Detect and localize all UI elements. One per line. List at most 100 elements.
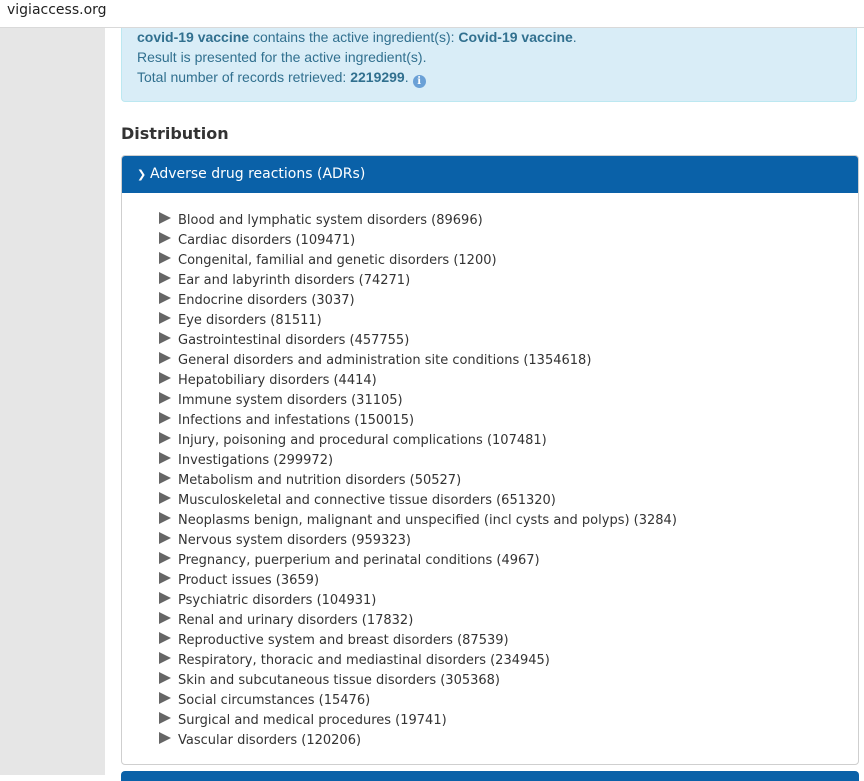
triangle-right-icon[interactable] <box>159 472 171 484</box>
adr-item-label: Product issues (3659) <box>178 573 320 588</box>
adr-list-item[interactable]: Psychiatric disorders (104931) <box>159 591 677 611</box>
adr-item-label: Gastrointestinal disorders (457755) <box>178 333 410 348</box>
adr-list-item[interactable]: Reproductive system and breast disorders… <box>159 631 677 651</box>
triangle-right-icon[interactable] <box>159 412 171 424</box>
adr-list-item[interactable]: Renal and urinary disorders (17832) <box>159 611 677 631</box>
triangle-right-icon[interactable] <box>159 712 171 724</box>
triangle-right-icon[interactable] <box>159 672 171 684</box>
next-panel-header[interactable] <box>121 771 859 781</box>
adr-list-item[interactable]: Infections and infestations (150015) <box>159 411 677 431</box>
triangle-right-icon[interactable] <box>159 292 171 304</box>
adr-item-label: General disorders and administration sit… <box>178 353 592 368</box>
adr-list-item[interactable]: General disorders and administration sit… <box>159 351 677 371</box>
adr-item-label: Ear and labyrinth disorders (74271) <box>178 273 411 288</box>
result-note: Result is presented for the active ingre… <box>137 49 427 65</box>
triangle-right-icon[interactable] <box>159 352 171 364</box>
triangle-right-icon[interactable] <box>159 692 171 704</box>
info-icon[interactable]: i <box>412 75 426 88</box>
period: . <box>572 29 577 45</box>
adr-item-label: Eye disorders (81511) <box>178 313 322 328</box>
adr-item-label: Investigations (299972) <box>178 453 334 468</box>
adr-list-item[interactable]: Injury, poisoning and procedural complic… <box>159 431 677 451</box>
triangle-right-icon[interactable] <box>159 252 171 264</box>
triangle-right-icon[interactable] <box>159 232 171 244</box>
adr-list-item[interactable]: Endocrine disorders (3037) <box>159 291 677 311</box>
browser-bar: vigiaccess.org <box>0 0 864 28</box>
ingredient-name: Covid-19 vaccine <box>458 29 573 45</box>
triangle-right-icon[interactable] <box>159 572 171 584</box>
triangle-right-icon[interactable] <box>159 332 171 344</box>
adr-list-item[interactable]: Neoplasms benign, malignant and unspecif… <box>159 511 677 531</box>
adr-item-label: Surgical and medical procedures (19741) <box>178 713 447 728</box>
adr-list-item[interactable]: Ear and labyrinth disorders (74271) <box>159 271 677 291</box>
triangle-right-icon[interactable] <box>159 392 171 404</box>
adr-item-label: Immune system disorders (31105) <box>178 393 403 408</box>
triangle-right-icon[interactable] <box>159 732 171 744</box>
adr-item-label: Nervous system disorders (959323) <box>178 533 411 548</box>
adr-list-item[interactable]: Metabolism and nutrition disorders (5052… <box>159 471 677 491</box>
distribution-heading: Distribution <box>121 124 229 143</box>
adr-list-item[interactable]: Investigations (299972) <box>159 451 677 471</box>
adr-item-label: Neoplasms benign, malignant and unspecif… <box>178 513 677 528</box>
triangle-right-icon[interactable] <box>159 552 171 564</box>
left-sidebar <box>0 28 105 775</box>
records-label: Total number of records retrieved: <box>137 69 351 85</box>
adr-panel: ❯ Adverse drug reactions (ADRs) Blood an… <box>121 155 859 765</box>
adr-panel-title: Adverse drug reactions (ADRs) <box>150 166 366 182</box>
triangle-right-icon[interactable] <box>159 212 171 224</box>
records-line: Total number of records retrieved: 22192… <box>137 69 426 88</box>
adr-item-label: Musculoskeletal and connective tissue di… <box>178 493 556 508</box>
adr-list-item[interactable]: Hepatobiliary disorders (4414) <box>159 371 677 391</box>
triangle-right-icon[interactable] <box>159 612 171 624</box>
adr-item-label: Renal and urinary disorders (17832) <box>178 613 414 628</box>
triangle-right-icon[interactable] <box>159 532 171 544</box>
triangle-right-icon[interactable] <box>159 312 171 324</box>
adr-list-item[interactable]: Gastrointestinal disorders (457755) <box>159 331 677 351</box>
adr-item-label: Vascular disorders (120206) <box>178 733 362 748</box>
triangle-right-icon[interactable] <box>159 632 171 644</box>
adr-item-label: Infections and infestations (150015) <box>178 413 415 428</box>
adr-list-item[interactable]: Musculoskeletal and connective tissue di… <box>159 491 677 511</box>
adr-list-item[interactable]: Cardiac disorders (109471) <box>159 231 677 251</box>
adr-list-item[interactable]: Blood and lymphatic system disorders (89… <box>159 211 677 231</box>
period: . <box>404 69 409 85</box>
triangle-right-icon[interactable] <box>159 492 171 504</box>
adr-list-item[interactable]: Pregnancy, puerperium and perinatal cond… <box>159 551 677 571</box>
adr-item-label: Pregnancy, puerperium and perinatal cond… <box>178 553 540 568</box>
adr-item-label: Endocrine disorders (3037) <box>178 293 355 308</box>
adr-list-item[interactable]: Vascular disorders (120206) <box>159 731 677 751</box>
adr-item-label: Social circumstances (15476) <box>178 693 371 708</box>
adr-list-item[interactable]: Nervous system disorders (959323) <box>159 531 677 551</box>
triangle-right-icon[interactable] <box>159 372 171 384</box>
adr-list-item[interactable]: Eye disorders (81511) <box>159 311 677 331</box>
adr-item-label: Congenital, familial and genetic disorde… <box>178 253 497 268</box>
adr-item-label: Blood and lymphatic system disorders (89… <box>178 213 483 228</box>
chevron-down-icon: ❯ <box>137 168 147 181</box>
contains-text: contains the active ingredient(s): <box>249 29 459 45</box>
url-text[interactable]: vigiaccess.org <box>7 2 107 18</box>
drug-name: covid-19 vaccine <box>137 29 250 45</box>
adr-list-item[interactable]: Congenital, familial and genetic disorde… <box>159 251 677 271</box>
records-count: 2219299 <box>350 69 405 85</box>
adr-list-item[interactable]: Social circumstances (15476) <box>159 691 677 711</box>
adr-list-item[interactable]: Surgical and medical procedures (19741) <box>159 711 677 731</box>
adr-item-label: Injury, poisoning and procedural complic… <box>178 433 547 448</box>
triangle-right-icon[interactable] <box>159 592 171 604</box>
adr-list-item[interactable]: Respiratory, thoracic and mediastinal di… <box>159 651 677 671</box>
triangle-right-icon[interactable] <box>159 452 171 464</box>
triangle-right-icon[interactable] <box>159 652 171 664</box>
adr-item-label: Metabolism and nutrition disorders (5052… <box>178 473 462 488</box>
ingredient-line: covid-19 vaccine contains the active ing… <box>137 29 577 45</box>
adr-item-label: Psychiatric disorders (104931) <box>178 593 377 608</box>
adr-list-item[interactable]: Product issues (3659) <box>159 571 677 591</box>
adr-item-label: Skin and subcutaneous tissue disorders (… <box>178 673 501 688</box>
adr-item-label: Reproductive system and breast disorders… <box>178 633 509 648</box>
adr-list: Blood and lymphatic system disorders (89… <box>159 211 677 751</box>
triangle-right-icon[interactable] <box>159 512 171 524</box>
triangle-right-icon[interactable] <box>159 432 171 444</box>
adr-item-label: Cardiac disorders (109471) <box>178 233 356 248</box>
adr-panel-header[interactable]: ❯ Adverse drug reactions (ADRs) <box>122 156 858 193</box>
triangle-right-icon[interactable] <box>159 272 171 284</box>
adr-list-item[interactable]: Skin and subcutaneous tissue disorders (… <box>159 671 677 691</box>
adr-list-item[interactable]: Immune system disorders (31105) <box>159 391 677 411</box>
